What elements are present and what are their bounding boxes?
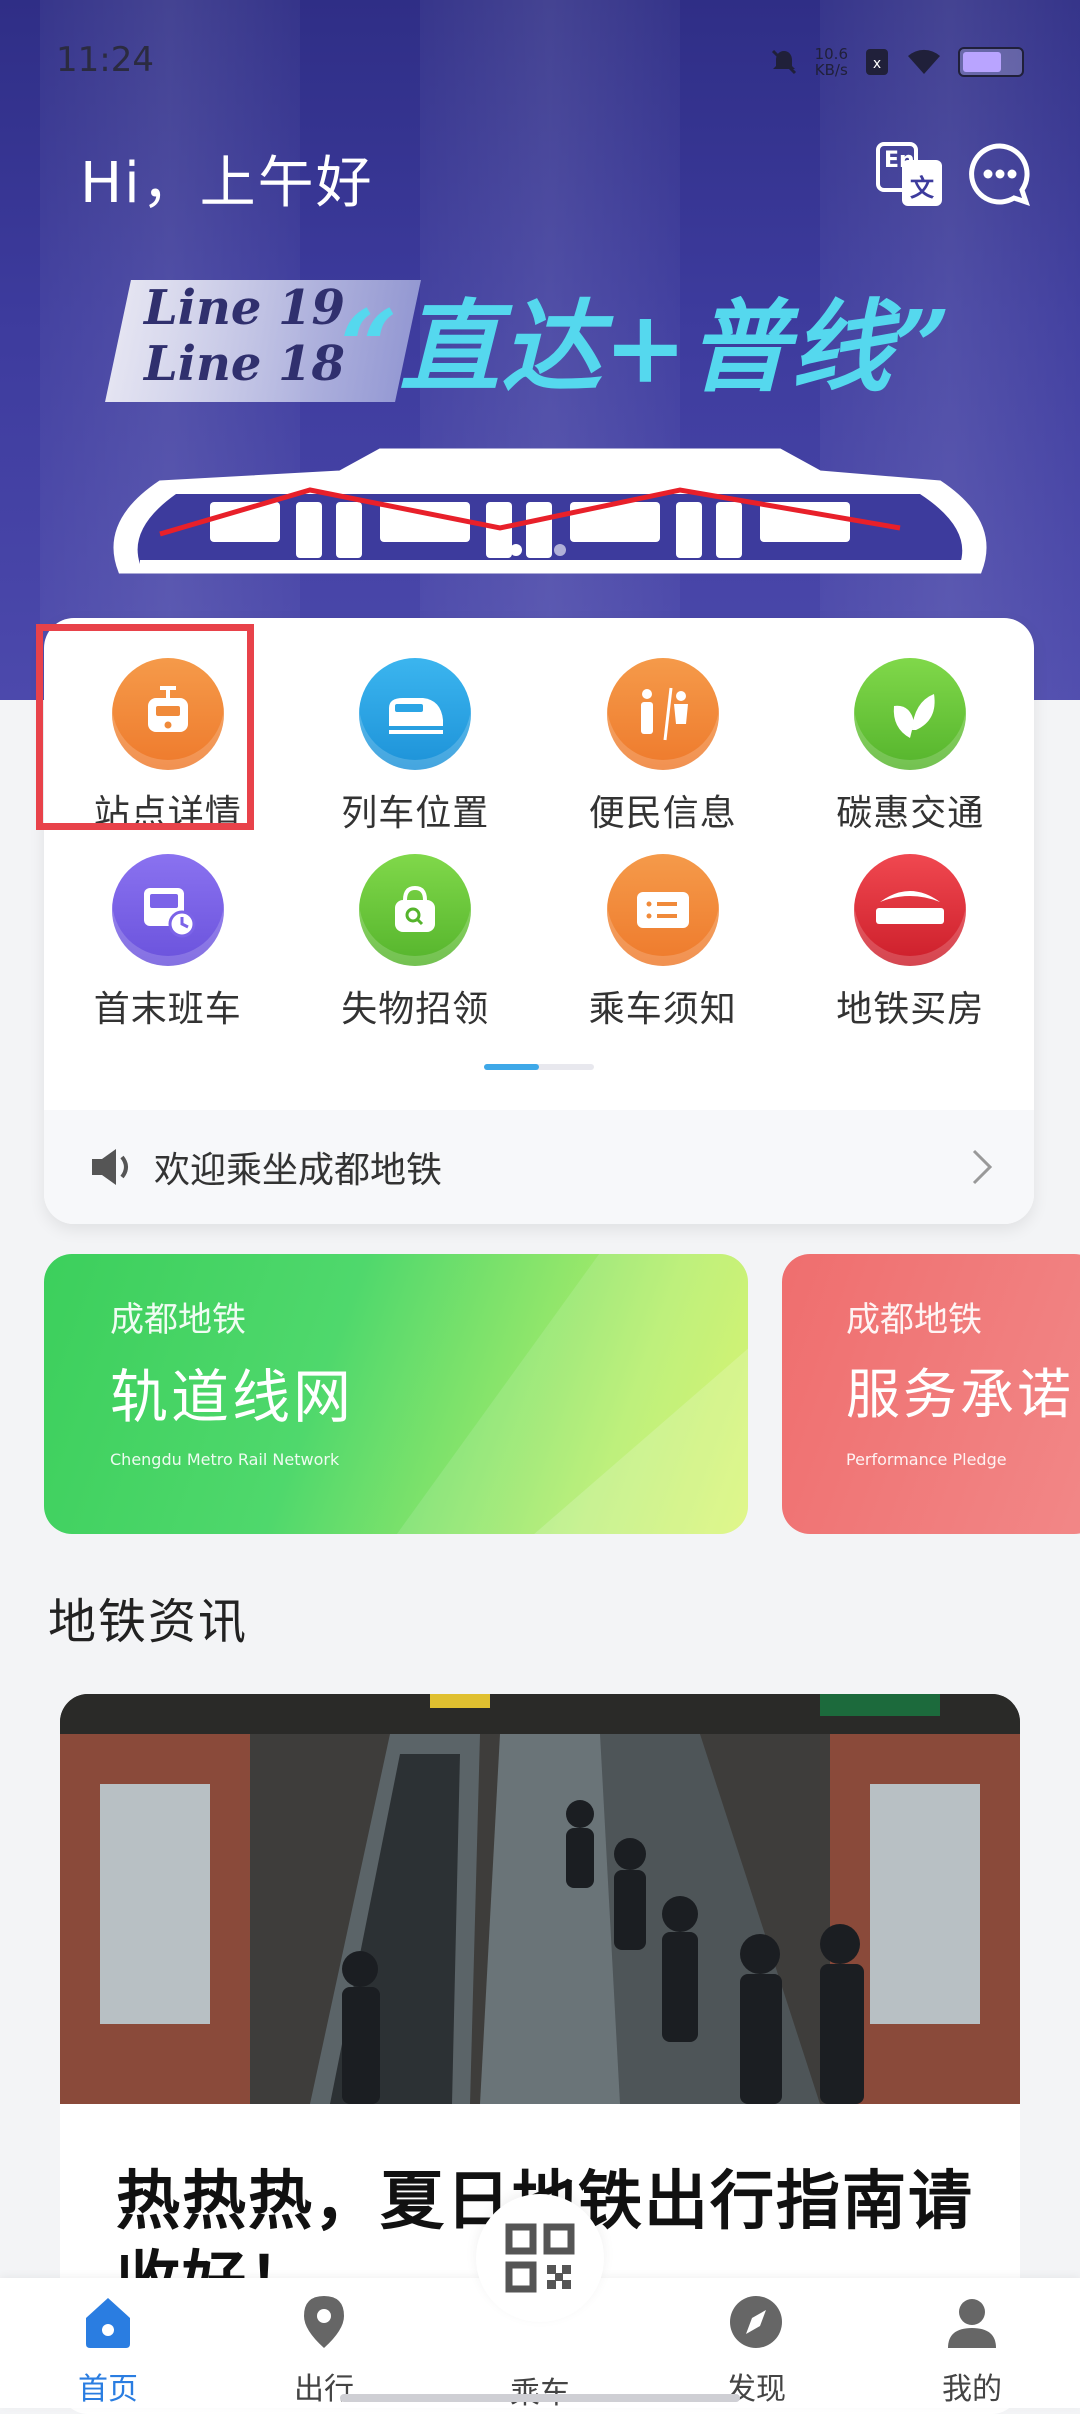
func-label: 首末班车 <box>93 989 242 1030</box>
chat-bubble-icon <box>969 143 1030 206</box>
promo-title: 轨道线网 <box>110 1363 355 1431</box>
qr-code-icon <box>505 2223 575 2293</box>
func-label: 碳惠交通 <box>836 793 985 834</box>
bus-clock-icon <box>111 854 224 966</box>
func-label: 地铁买房 <box>836 989 985 1030</box>
banner-line-19: Line 19 <box>144 280 345 336</box>
train-illustration <box>113 448 987 574</box>
function-grid: 站点详情 列车位置 便民信息 碳惠交通 首末班车 失物招领 乘车须知 地铁买房 <box>36 624 1035 1050</box>
func-label: 失物招领 <box>341 989 490 1030</box>
svg-text:x: x <box>873 56 881 72</box>
person-icon <box>948 2299 996 2348</box>
func-train-position[interactable]: 列车位置 <box>292 658 540 854</box>
notice-text: 欢迎乘坐成都地铁 <box>154 1150 443 1191</box>
promo-org: 成都地铁 <box>846 1300 982 1340</box>
mute-bell-icon <box>771 49 796 75</box>
nav-label: 首页 <box>78 2372 138 2407</box>
leaf-icon <box>854 658 967 770</box>
network-speed-value: 10.6 <box>814 45 848 63</box>
banner-dot <box>554 544 566 556</box>
func-riding-notice[interactable]: 乘车须知 <box>539 854 787 1050</box>
nav-travel[interactable]: 出行 <box>254 2292 394 2408</box>
banner-slogan: “直达+普线” <box>340 288 953 406</box>
message-button[interactable] <box>966 140 1034 208</box>
nav-home[interactable]: 首页 <box>38 2292 178 2408</box>
banner-pagination <box>510 544 566 556</box>
battery-icon <box>958 47 1024 77</box>
promo-banner[interactable]: Line 19 Line 18 “直达+普线” <box>90 270 990 590</box>
function-pager-active <box>484 1064 539 1070</box>
func-station-details[interactable]: 站点详情 <box>36 624 292 854</box>
network-speed: 10.6 KB/s <box>815 46 848 78</box>
promo-title: 服务承诺 <box>846 1363 1074 1426</box>
battery-level <box>963 52 1001 72</box>
news-photo-escalator <box>60 1694 1020 2104</box>
ticket-list-icon <box>606 854 719 966</box>
bullet-train-icon <box>359 658 472 770</box>
sim-card-icon: x <box>866 49 888 75</box>
bag-search-icon <box>359 854 472 966</box>
func-label: 乘车须知 <box>588 989 737 1030</box>
function-card: 站点详情 列车位置 便民信息 碳惠交通 首末班车 失物招领 乘车须知 地铁买房 … <box>36 618 1035 1224</box>
nav-ride[interactable]: 乘车 <box>470 2356 610 2412</box>
notice-bar[interactable]: 欢迎乘坐成都地铁 <box>44 1110 1034 1224</box>
nav-label: 乘车 <box>510 2368 570 2412</box>
home-indicator <box>340 2394 740 2402</box>
translate-icon-zh: 文 <box>910 174 934 202</box>
highlight-box <box>36 624 254 830</box>
status-time: 11:24 <box>56 40 154 80</box>
chevron-right-icon <box>972 1149 993 1185</box>
func-carbon-transport[interactable]: 碳惠交通 <box>787 658 1035 854</box>
nav-discover[interactable]: 发现 <box>686 2292 826 2408</box>
func-label: 列车位置 <box>341 793 490 834</box>
banner-line-18: Line 18 <box>144 336 345 392</box>
banner-dot <box>532 544 544 556</box>
func-lost-and-found[interactable]: 失物招领 <box>292 854 540 1050</box>
translate-button[interactable]: En 文 <box>874 138 946 210</box>
promo-subtitle: Performance Pledge <box>846 1450 1007 1469</box>
rail-network-card[interactable]: 成都地铁 轨道线网 Chengdu Metro Rail Network <box>44 1254 748 1534</box>
banner-dot-active <box>510 544 522 556</box>
qr-ride-button[interactable] <box>476 2194 604 2322</box>
func-label: 便民信息 <box>588 793 737 834</box>
function-pager <box>484 1064 594 1070</box>
func-metro-housing[interactable]: 地铁买房 <box>787 854 1035 1050</box>
location-pin-icon <box>304 2296 344 2348</box>
compass-icon <box>730 2296 782 2348</box>
func-convenience-info[interactable]: 便民信息 <box>539 658 787 854</box>
nav-mine[interactable]: 我的 <box>902 2292 1042 2408</box>
metro-city-logo <box>876 891 945 924</box>
func-first-last-train[interactable]: 首末班车 <box>44 854 292 1050</box>
service-pledge-card[interactable]: 成都地铁 服务承诺 Performance Pledge <box>782 1254 1080 1534</box>
home-icon <box>86 2298 130 2348</box>
status-bar: 11:24 10.6 KB/s x <box>0 0 1080 120</box>
decorative-shapes <box>396 1254 748 1534</box>
news-section-title: 地铁资讯 <box>48 1594 249 1650</box>
hero-banner-area: 11:24 10.6 KB/s x Hi，上午好 En 文 Line 19 Li… <box>0 0 1080 700</box>
network-speed-unit: KB/s <box>814 61 848 79</box>
restroom-icon <box>606 658 719 770</box>
metro-city-icon <box>854 854 967 966</box>
nav-label: 我的 <box>942 2372 1002 2407</box>
wifi-icon <box>908 49 940 74</box>
speaker-icon <box>92 1149 128 1185</box>
status-icons: 10.6 KB/s x <box>769 42 1024 82</box>
promo-org: 成都地铁 <box>110 1300 246 1340</box>
greeting-text: Hi，上午好 <box>80 151 374 216</box>
promo-subtitle: Chengdu Metro Rail Network <box>110 1450 340 1469</box>
